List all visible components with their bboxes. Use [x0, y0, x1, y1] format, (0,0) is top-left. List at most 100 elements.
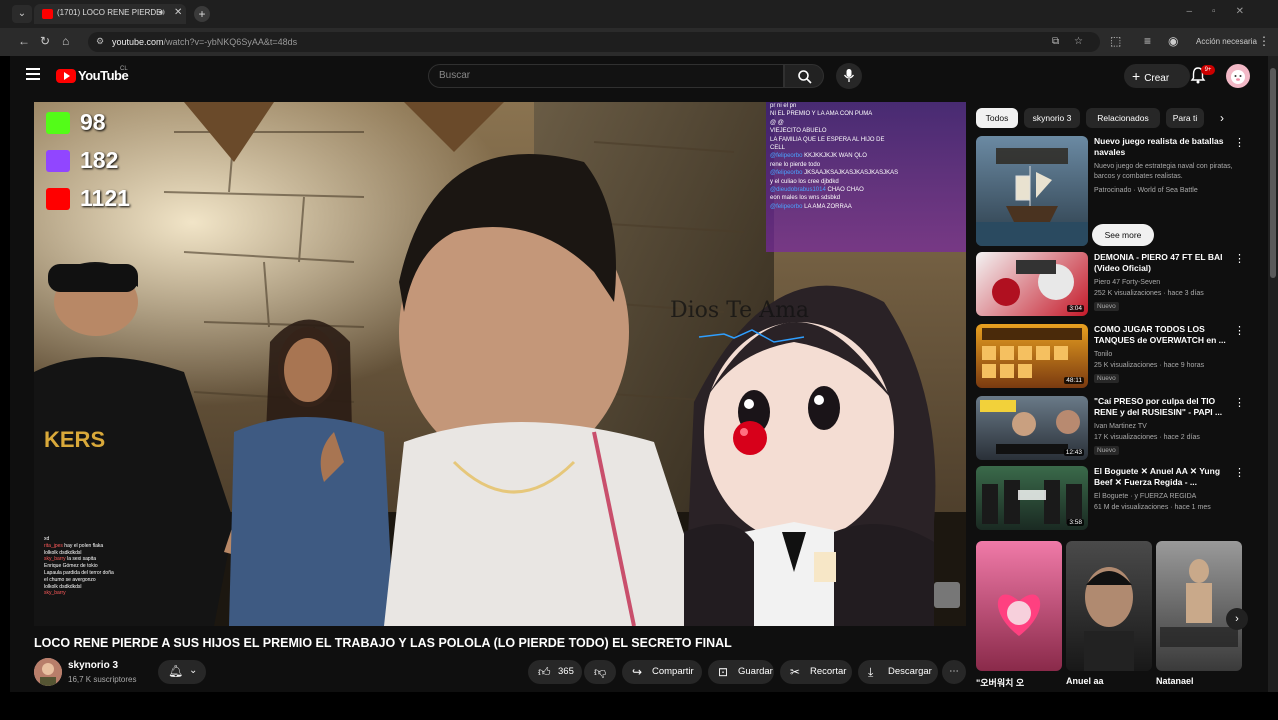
account-action-label[interactable]: Acción necesaria: [1196, 37, 1257, 46]
recommendation-item[interactable]: 3:58 El Boguete ✕ Anuel AA ✕ Yung Beef ✕…: [976, 466, 1258, 532]
download-button[interactable]: ⤓ Descargar: [858, 660, 938, 684]
chat-line: NI EL PREMIO Y LA AMA CON PUMA: [770, 111, 873, 118]
short-caption[interactable]: Natanael: [1156, 676, 1194, 686]
rec-channel[interactable]: El Boguete · y FUERZA REGIDA: [1094, 492, 1234, 502]
mini-chat-line: lolkolk dsdkdkdsl: [44, 549, 82, 556]
recommendation-item[interactable]: 3:04 DEMONIA - PIERO 47 FT EL BAI (Video…: [976, 252, 1258, 318]
save-label: Guardar: [738, 666, 773, 677]
chip-para-ti[interactable]: Para ti: [1166, 108, 1204, 128]
more-vertical-icon[interactable]: ⋮: [1234, 466, 1245, 479]
account-avatar[interactable]: [1226, 64, 1250, 88]
scrollbar-thumb[interactable]: [1270, 68, 1276, 278]
scissors-icon: ✂: [790, 665, 801, 679]
download-label: Descargar: [888, 666, 932, 677]
bookmark-star-icon[interactable]: ☆: [1074, 36, 1083, 47]
video-player[interactable]: KERS 98 182 1121 pr ni el pn NI EL PREMI…: [34, 102, 966, 626]
video-duration: 3:58: [1067, 519, 1084, 526]
reload-icon[interactable]: ↻: [40, 34, 50, 48]
chips-next-icon[interactable]: ›: [1220, 111, 1224, 125]
voice-search-button[interactable]: [836, 63, 862, 89]
channel-avatar-image: [34, 658, 62, 686]
create-label: Crear: [1144, 73, 1170, 84]
audio-playing-icon[interactable]: 🔊︎: [159, 7, 165, 18]
extensions-icon[interactable]: ⬚: [1110, 34, 1121, 48]
menu-icon[interactable]: [26, 68, 40, 80]
window-controls[interactable]: –▫✕: [1187, 6, 1265, 17]
search-input[interactable]: Buscar: [428, 64, 784, 88]
notification-badge: 9+: [1201, 65, 1215, 75]
page-scrollbar[interactable]: [1268, 56, 1278, 692]
share-label: Compartir: [652, 666, 694, 677]
rec-title[interactable]: "Caí PRESO por culpa del TIO RENE y del …: [1094, 396, 1232, 418]
rec-thumbnail[interactable]: 3:58: [976, 466, 1088, 530]
rec-channel[interactable]: Ivan Martinez TV: [1094, 422, 1234, 432]
url-text: youtube.com/watch?v=-ybNKQ6SyAA&t=48ds: [112, 37, 298, 47]
more-vertical-icon[interactable]: ⋮: [1234, 324, 1245, 337]
download-icon: ⤓: [868, 665, 874, 679]
rec-title[interactable]: Nuevo juego realista de batallas navales: [1094, 136, 1232, 158]
video-title: LOCO RENE PIERDE A SUS HIJOS EL PREMIO E…: [34, 636, 732, 650]
back-icon[interactable]: ←: [18, 34, 30, 48]
search-button[interactable]: [784, 64, 824, 88]
rec-thumbnail[interactable]: 48:11: [976, 324, 1088, 388]
channel-name[interactable]: skynorio 3: [68, 660, 118, 671]
more-vertical-icon[interactable]: ⋮: [1234, 396, 1245, 409]
rec-title[interactable]: COMO JUGAR TODOS LOS TANQUES de OVERWATC…: [1094, 324, 1232, 346]
rec-title[interactable]: DEMONIA - PIERO 47 FT EL BAI (Video Ofic…: [1094, 252, 1232, 274]
chat-line: @felipeorbo JKSAAJKSAJKASJKASJKASJKAS: [770, 170, 899, 177]
share-button[interactable]: ↪ Compartir: [622, 660, 702, 684]
clip-button[interactable]: ✂ Recortar: [780, 660, 852, 684]
ad-thumbnail[interactable]: [976, 136, 1088, 246]
site-info-icon[interactable]: ⚙: [96, 36, 104, 47]
more-vertical-icon[interactable]: ⋮: [1234, 136, 1245, 149]
home-icon[interactable]: ⌂: [62, 34, 69, 48]
recommendation-item[interactable]: 12:43 "Caí PRESO por culpa del TIO RENE …: [976, 396, 1258, 462]
recommendation-item[interactable]: 48:11 COMO JUGAR TODOS LOS TANQUES de OV…: [976, 324, 1258, 390]
rec-channel[interactable]: Tonilo: [1094, 350, 1234, 360]
youtube-page: YouTube CL Buscar + Crear 9+ KERS 98 182…: [10, 56, 1268, 692]
address-bar[interactable]: ⚙ youtube.com/watch?v=-ybNKQ6SyAA&t=48ds…: [88, 32, 1100, 52]
microphone-icon: [843, 69, 855, 82]
channel-avatar[interactable]: [34, 658, 62, 686]
avatar-image: [1231, 70, 1245, 84]
chat-line: @ @: [770, 119, 784, 126]
rec-title[interactable]: El Boguete ✕ Anuel AA ✕ Yung Beef ✕ Fuer…: [1094, 466, 1232, 488]
subscriber-count: 16,7 K suscriptores: [68, 675, 137, 684]
chat-line: VIEJECITO ABUELO: [770, 128, 827, 135]
tab-close-icon[interactable]: ✕: [174, 7, 182, 18]
rec-sponsor: Patrocinado · World of Sea Battle: [1094, 187, 1198, 194]
short-item[interactable]: [1156, 541, 1242, 671]
browser-menu-icon[interactable]: ⋮: [1258, 34, 1270, 48]
save-button[interactable]: ⊡ Guardar: [708, 660, 774, 684]
rec-channel[interactable]: Piero 47 Forty-Seven: [1094, 278, 1234, 288]
see-more-button[interactable]: See more: [1092, 224, 1154, 246]
like-button[interactable]: 👍︎ 365: [528, 660, 582, 684]
short-caption[interactable]: Anuel aa: [1066, 676, 1104, 686]
browser-tab[interactable]: (1701) LOCO RENE PIERDE 🔊︎ ✕: [34, 4, 186, 24]
chip-relacionados[interactable]: Relacionados: [1086, 108, 1160, 128]
media-icon[interactable]: ≡: [1144, 34, 1151, 48]
short-item[interactable]: [976, 541, 1062, 671]
subscription-bell-button[interactable]: 🔔︎ ⌄: [158, 660, 206, 684]
rec-thumbnail[interactable]: 3:04: [976, 252, 1088, 316]
profile-icon[interactable]: ◉: [1168, 34, 1178, 48]
more-vertical-icon[interactable]: ⋮: [1234, 252, 1245, 265]
dislike-button[interactable]: 👎︎: [584, 660, 616, 684]
mini-chat-line: el chumo se avergonzo: [44, 576, 96, 583]
rec-thumbnail[interactable]: 12:43: [976, 396, 1088, 460]
new-tab-button[interactable]: +: [194, 6, 210, 22]
secondary-chat-overlay: xd rita_jpes hay el polen flaka lolkolk …: [44, 536, 224, 597]
chip-todos[interactable]: Todos: [976, 108, 1018, 128]
tab-search-icon[interactable]: ⌄: [12, 5, 32, 23]
create-button[interactable]: + Crear: [1124, 64, 1190, 88]
chip-channel[interactable]: skynorio 3: [1024, 108, 1080, 128]
short-item[interactable]: [1066, 541, 1152, 671]
youtube-icon: [46, 188, 70, 210]
dios-te-ama-watermark: Dios Te Ama: [670, 298, 810, 323]
twitch-viewer-count: 182: [80, 147, 119, 173]
shorts-next-icon[interactable]: ›: [1226, 608, 1248, 630]
plus-icon: +: [1132, 68, 1141, 84]
more-actions-button[interactable]: ⋯: [942, 660, 966, 684]
short-caption[interactable]: "오버워치 오: [976, 676, 1024, 689]
cast-icon[interactable]: ⧉: [1052, 36, 1059, 47]
